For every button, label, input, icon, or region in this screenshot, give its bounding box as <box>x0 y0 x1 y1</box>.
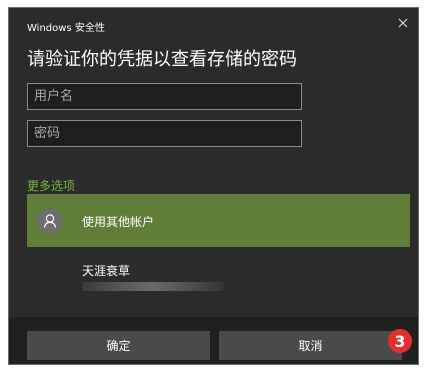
user-icon <box>43 214 57 228</box>
username-input[interactable] <box>28 84 301 109</box>
ok-button[interactable]: 确定 <box>27 331 210 360</box>
close-button[interactable] <box>396 16 410 30</box>
step-number-badge: 3 <box>388 329 412 353</box>
password-field[interactable] <box>27 120 302 147</box>
dialog-footer: 确定 取消 <box>9 317 418 364</box>
cancel-button[interactable]: 取消 <box>219 331 402 360</box>
username-field[interactable] <box>27 83 302 110</box>
use-other-account-item[interactable]: 使用其他帐户 <box>27 195 410 247</box>
windows-security-dialog: Windows 安全性 请验证你的凭据以查看存储的密码 更多选项 使用其他帐户 … <box>8 7 419 365</box>
account-name: 天涯衰草 <box>82 264 131 278</box>
account-item-tianya[interactable]: 天涯衰草 <box>27 253 410 299</box>
more-options-link[interactable]: 更多选项 <box>27 177 75 194</box>
account-email-redacted <box>82 282 224 291</box>
use-other-account-label: 使用其他帐户 <box>82 215 155 229</box>
close-icon <box>398 18 408 28</box>
dialog-heading: 请验证你的凭据以查看存储的密码 <box>27 49 297 70</box>
avatar <box>37 208 63 234</box>
password-input[interactable] <box>28 121 301 146</box>
dialog-window-title: Windows 安全性 <box>27 23 105 34</box>
